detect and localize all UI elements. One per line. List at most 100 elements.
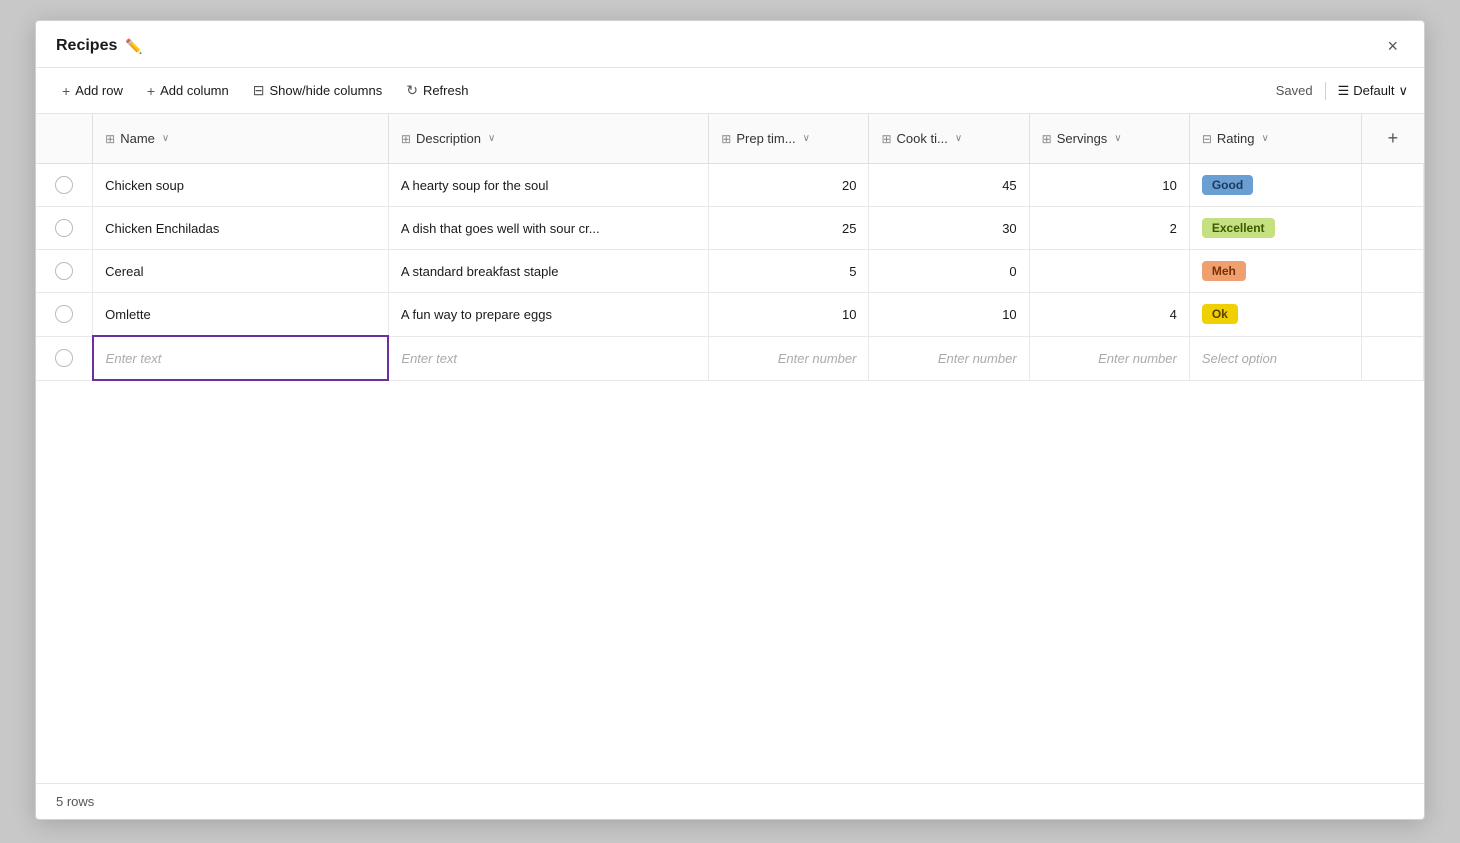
row-servings-cell[interactable]: 2 [1029,207,1189,250]
rows-count: 5 rows [56,794,94,809]
row-checkbox[interactable] [55,176,73,194]
row-name-cell[interactable]: Chicken soup [93,164,389,207]
table-container: ⊞ Name ∨ ⊞ Description ∨ [36,114,1424,783]
columns-icon: ⊟ [253,82,265,99]
cook-time-column-header[interactable]: ⊞ Cook ti... ∨ [869,114,1029,164]
new-row-prep-cell[interactable]: Enter number [709,336,869,380]
name-sort-arrow: ∨ [162,133,169,144]
modal-header: Recipes ✏️ × [36,21,1424,68]
row-extra-cell [1362,250,1424,293]
row-cook-time-cell[interactable]: 45 [869,164,1029,207]
row-cook-time-cell[interactable]: 0 [869,250,1029,293]
servings-col-icon: ⊞ [1042,132,1052,146]
new-row-rating-cell[interactable]: Select option [1189,336,1362,380]
show-hide-columns-button[interactable]: ⊟ Show/hide columns [243,76,392,105]
row-description-cell[interactable]: A dish that goes well with sour cr... [388,207,708,250]
plus-icon: + [62,83,70,99]
prep-sort-arrow: ∨ [803,133,810,144]
cook-col-icon: ⊞ [881,132,891,146]
table-row: CerealA standard breakfast staple50 Meh [36,250,1424,293]
row-prep-time-cell[interactable]: 10 [709,293,869,337]
cook-sort-arrow: ∨ [955,133,962,144]
new-row-description-cell[interactable]: Enter text [388,336,708,380]
row-rating-cell[interactable]: Good [1189,164,1362,207]
row-cook-time-cell[interactable]: 10 [869,293,1029,337]
servings-col-label: Servings [1057,131,1108,146]
name-col-icon: ⊞ [105,132,115,146]
row-description-cell[interactable]: A standard breakfast staple [388,250,708,293]
row-description-cell[interactable]: A hearty soup for the soul [388,164,708,207]
name-column-header[interactable]: ⊞ Name ∨ [93,114,389,164]
saved-label: Saved [1276,83,1313,98]
add-row-button[interactable]: + Add row [52,77,133,105]
table-header-row: ⊞ Name ∨ ⊞ Description ∨ [36,114,1424,164]
new-row-checkbox[interactable] [55,349,73,367]
name-col-label: Name [120,131,155,146]
row-name-cell[interactable]: Chicken Enchiladas [93,207,389,250]
row-checkbox[interactable] [55,219,73,237]
list-icon: ☰ [1338,83,1350,99]
description-column-header[interactable]: ⊞ Description ∨ [388,114,708,164]
refresh-button[interactable]: ↻ Refresh [396,76,478,105]
row-checkbox-cell [36,207,93,250]
table-row: Chicken EnchiladasA dish that goes well … [36,207,1424,250]
prep-time-column-header[interactable]: ⊞ Prep tim... ∨ [709,114,869,164]
rating-column-header[interactable]: ⊟ Rating ∨ [1189,114,1362,164]
new-row-extra-cell [1362,336,1424,380]
row-name-cell[interactable]: Cereal [93,250,389,293]
servings-column-header[interactable]: ⊞ Servings ∨ [1029,114,1189,164]
row-extra-cell [1362,164,1424,207]
table-row: OmletteA fun way to prepare eggs10104Ok [36,293,1424,337]
rating-col-icon: ⊟ [1202,132,1212,146]
desc-col-icon: ⊞ [401,132,411,146]
chevron-down-icon: ∨ [1398,83,1408,99]
toolbar-right: Saved ☰ Default ∨ [1276,82,1408,100]
new-row: Enter textEnter textEnter numberEnter nu… [36,336,1424,380]
row-checkbox-cell [36,250,93,293]
default-view-button[interactable]: ☰ Default ∨ [1338,83,1408,99]
row-prep-time-cell[interactable]: 5 [709,250,869,293]
row-name-cell[interactable]: Omlette [93,293,389,337]
row-servings-cell[interactable]: 4 [1029,293,1189,337]
recipes-table: ⊞ Name ∨ ⊞ Description ∨ [36,114,1424,381]
rating-col-label: Rating [1217,131,1255,146]
rating-badge: Good [1202,175,1253,195]
new-row-servings-cell[interactable]: Enter number [1029,336,1189,380]
new-row-cook-cell[interactable]: Enter number [869,336,1029,380]
row-servings-cell[interactable]: 10 [1029,164,1189,207]
toolbar: + Add row + Add column ⊟ Show/hide colum… [36,68,1424,114]
row-servings-cell[interactable] [1029,250,1189,293]
refresh-icon: ↻ [406,82,418,99]
prep-col-label: Prep tim... [736,131,795,146]
add-column-button-header[interactable]: + [1380,124,1407,153]
row-extra-cell [1362,207,1424,250]
table-footer: 5 rows [36,783,1424,819]
new-row-checkbox-cell [36,336,93,380]
rating-badge: Ok [1202,304,1238,324]
row-prep-time-cell[interactable]: 25 [709,207,869,250]
new-row-name-cell[interactable]: Enter text [93,336,389,380]
row-checkbox-cell [36,293,93,337]
add-column-button[interactable]: + Add column [137,77,239,105]
row-description-cell[interactable]: A fun way to prepare eggs [388,293,708,337]
row-checkbox[interactable] [55,262,73,280]
edit-icon[interactable]: ✏️ [125,38,142,55]
add-column-header[interactable]: + [1362,114,1424,164]
modal-close-button[interactable]: × [1381,35,1404,57]
row-rating-cell[interactable]: Ok [1189,293,1362,337]
row-rating-cell[interactable]: Excellent [1189,207,1362,250]
row-rating-cell[interactable]: Meh [1189,250,1362,293]
row-prep-time-cell[interactable]: 20 [709,164,869,207]
modal-title: Recipes [56,37,117,55]
select-all-header [36,114,93,164]
row-checkbox[interactable] [55,305,73,323]
recipes-modal: Recipes ✏️ × + Add row + Add column ⊟ Sh… [35,20,1425,820]
desc-col-label: Description [416,131,481,146]
rating-sort-arrow: ∨ [1261,133,1268,144]
cook-col-label: Cook ti... [897,131,948,146]
row-cook-time-cell[interactable]: 30 [869,207,1029,250]
plus-icon-2: + [147,83,155,99]
rating-badge: Meh [1202,261,1246,281]
row-extra-cell [1362,293,1424,337]
servings-sort-arrow: ∨ [1114,133,1121,144]
